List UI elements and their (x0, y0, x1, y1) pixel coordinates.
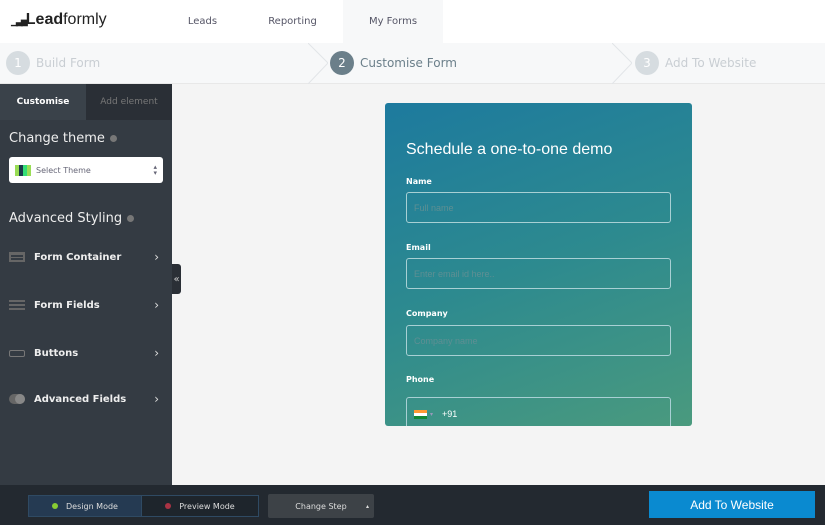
step-customise-form[interactable]: 2 Customise Form (330, 51, 457, 75)
button-icon (9, 349, 25, 357)
step-build-form[interactable]: 1 Build Form (6, 51, 100, 75)
chevron-right-icon: › (154, 250, 159, 264)
form-container-item[interactable]: Form Container › (9, 250, 159, 264)
advanced-fields-item[interactable]: Advanced Fields › (9, 392, 159, 406)
help-icon[interactable] (127, 215, 135, 222)
theme-swatch-icon (15, 164, 31, 176)
design-mode-button[interactable]: Design Mode (28, 495, 142, 517)
step-separator (612, 43, 632, 84)
chevron-right-icon: › (154, 346, 159, 360)
change-theme-heading: Change theme (9, 131, 117, 146)
caret-down-icon: ▾ (430, 411, 434, 418)
tab-add-element[interactable]: Add element (86, 84, 172, 120)
nav-reporting[interactable]: Reporting (255, 0, 330, 43)
sidebar: Customise Add element Change theme Selec… (0, 84, 172, 485)
india-flag-icon[interactable] (414, 409, 427, 419)
name-input[interactable] (406, 192, 671, 223)
help-icon[interactable] (109, 135, 117, 142)
company-input[interactable] (406, 325, 671, 356)
form-fields-item[interactable]: Form Fields › (9, 298, 159, 312)
logo[interactable]: ▁▃▅Leadformly (11, 11, 107, 29)
buttons-item[interactable]: Buttons › (9, 346, 159, 360)
chevron-right-icon: › (154, 298, 159, 312)
step-wizard: 1 Build Form 2 Customise Form 3 Add To Webs… (0, 43, 825, 84)
form-title: Schedule a one-to-one demo (406, 141, 613, 158)
step-add-to-website[interactable]: 3 Add To Website (635, 51, 756, 75)
bottom-bar: Design Mode Preview Mode Change Step ▴ Ad… (0, 485, 825, 525)
theme-select[interactable]: Select Theme ▴ ▾ (9, 157, 163, 183)
lines-icon (9, 300, 25, 310)
toggle-icon (9, 394, 25, 404)
phone-input[interactable]: ▾ +91 (406, 397, 671, 426)
advanced-styling-heading: Advanced Styling (9, 211, 135, 226)
preview-mode-button[interactable]: Preview Mode (141, 495, 259, 517)
nav-my-forms[interactable]: My Forms (343, 0, 443, 43)
company-label: Company (406, 309, 448, 318)
container-icon (9, 252, 25, 262)
updown-icon: ▴ ▾ (153, 163, 157, 177)
chevron-right-icon: › (154, 392, 159, 406)
add-to-website-button[interactable]: Add To Website (649, 491, 815, 518)
tab-customise[interactable]: Customise (0, 84, 86, 120)
name-label: Name (406, 177, 432, 186)
change-step-dropdown[interactable]: Change Step ▴ (268, 494, 374, 518)
collapse-sidebar-button[interactable]: « (172, 264, 181, 294)
phone-label: Phone (406, 375, 435, 384)
email-input[interactable] (406, 258, 671, 289)
status-dot-icon (165, 503, 172, 509)
form-preview: Schedule a one-to-one demo Name Email Co… (385, 103, 692, 426)
nav-leads[interactable]: Leads (165, 0, 240, 43)
status-dot-icon (52, 503, 59, 509)
top-bar: ▁▃▅Leadformly Leads Reporting My Forms (0, 0, 825, 43)
email-label: Email (406, 243, 431, 252)
step-separator (308, 43, 328, 84)
caret-up-icon: ▴ (365, 502, 369, 510)
